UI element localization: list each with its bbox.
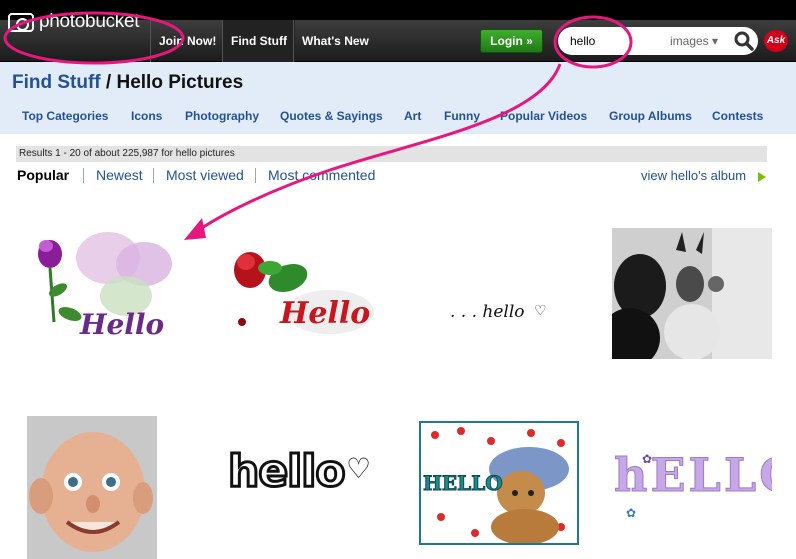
heart-icon: ♡ xyxy=(346,453,372,484)
category-art[interactable]: Art xyxy=(404,109,421,123)
nav-find-stuff[interactable]: Find Stuff xyxy=(222,20,295,62)
sort-most-commented[interactable]: Most commented xyxy=(268,167,375,183)
thumbnail-caption: . . . hello xyxy=(450,302,525,322)
category-contests[interactable]: Contests xyxy=(712,109,763,123)
sort-divider xyxy=(255,168,256,183)
thumbnail-dots-hello[interactable]: . . . hello ♡ xyxy=(444,300,554,328)
sort-popular[interactable]: Popular xyxy=(17,167,69,183)
page-title: Find Stuff / Hello Pictures xyxy=(12,72,243,94)
sort-newest[interactable]: Newest xyxy=(96,167,143,183)
thumbnail-teddy-hello[interactable]: HELLO xyxy=(419,421,579,545)
login-button[interactable]: Login » xyxy=(480,29,543,53)
search-type-dropdown[interactable]: images ▾ xyxy=(670,34,718,48)
category-top-categories[interactable]: Top Categories xyxy=(22,109,108,123)
view-album-link[interactable]: view hello's album xyxy=(641,168,746,183)
category-icons[interactable]: Icons xyxy=(131,109,162,123)
ask-logo-icon[interactable]: Ask xyxy=(764,30,788,52)
thumbnail-caption: Hello xyxy=(280,296,371,331)
category-quotes-sayings[interactable]: Quotes & Sayings xyxy=(280,109,383,123)
category-bar: Top Categories Icons Photography Quotes … xyxy=(0,102,796,130)
thumbnail-hello-outline[interactable]: hello ♡ xyxy=(226,446,376,506)
search-box xyxy=(558,27,758,55)
logo-text: photobucket xyxy=(39,11,140,32)
thumbnail-caption: Hello xyxy=(80,308,165,341)
sort-divider xyxy=(83,168,84,183)
annotation-arrowhead xyxy=(184,218,206,240)
thumbnail-red-rose-hello[interactable]: Hello xyxy=(220,240,380,344)
thumbnail-caption: HELLO xyxy=(423,471,504,496)
title-find-stuff-link[interactable]: Find Stuff xyxy=(12,72,101,93)
category-photography[interactable]: Photography xyxy=(185,109,259,123)
nav-join-now[interactable]: Join Now! xyxy=(150,20,224,62)
search-icon[interactable] xyxy=(734,31,754,51)
search-input[interactable] xyxy=(570,32,650,50)
arrow-right-icon xyxy=(758,172,766,182)
bw-photo-image xyxy=(612,228,772,359)
thumbnail-caption: hello xyxy=(227,446,348,499)
sort-most-viewed[interactable]: Most viewed xyxy=(166,167,244,183)
title-rest: / Hello Pictures xyxy=(100,72,244,93)
sort-divider xyxy=(153,168,154,183)
heart-icon: ♡ xyxy=(534,302,547,318)
thumbnail-rose-butterfly-hello[interactable]: Hello xyxy=(26,226,176,350)
photobucket-logo[interactable]: photobucket xyxy=(8,10,140,34)
results-summary: Results 1 - 20 of about 225,987 for hell… xyxy=(16,146,767,162)
baby-face-image xyxy=(27,416,157,559)
nav-whats-new[interactable]: What's New xyxy=(293,20,377,62)
thumbnail-baby-face[interactable] xyxy=(27,416,157,559)
category-group-albums[interactable]: Group Albums xyxy=(609,109,692,123)
thumbnail-bw-photo[interactable] xyxy=(612,228,772,359)
butterfly-icon: ✿ xyxy=(642,452,653,466)
camera-icon xyxy=(8,12,34,32)
butterfly-icon: ✿ xyxy=(626,506,637,520)
thumbnail-purple-hello[interactable]: hELLO ✿ ✿ xyxy=(612,448,772,528)
thumbnail-caption: hELLO xyxy=(613,448,772,503)
category-popular-videos[interactable]: Popular Videos xyxy=(500,109,587,123)
category-funny[interactable]: Funny xyxy=(444,109,480,123)
